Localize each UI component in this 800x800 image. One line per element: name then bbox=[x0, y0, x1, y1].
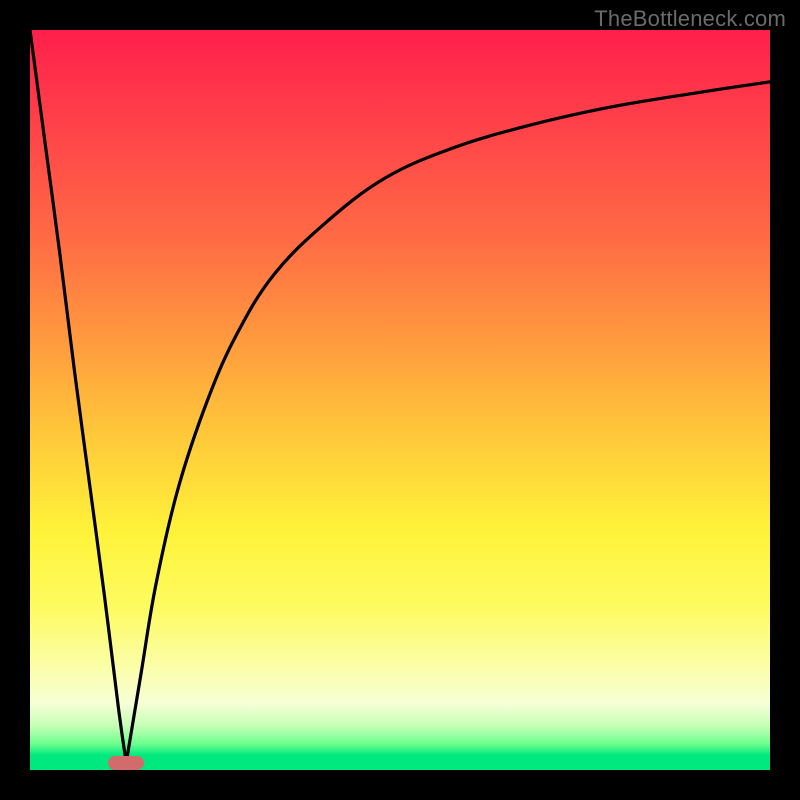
minimum-marker bbox=[108, 756, 144, 770]
plot-area bbox=[30, 30, 770, 770]
chart-frame: TheBottleneck.com bbox=[0, 0, 800, 800]
curve-right-branch bbox=[126, 82, 770, 763]
watermark-text: TheBottleneck.com bbox=[594, 6, 786, 32]
curve-left-branch bbox=[30, 30, 126, 763]
bottleneck-curve bbox=[30, 30, 770, 770]
